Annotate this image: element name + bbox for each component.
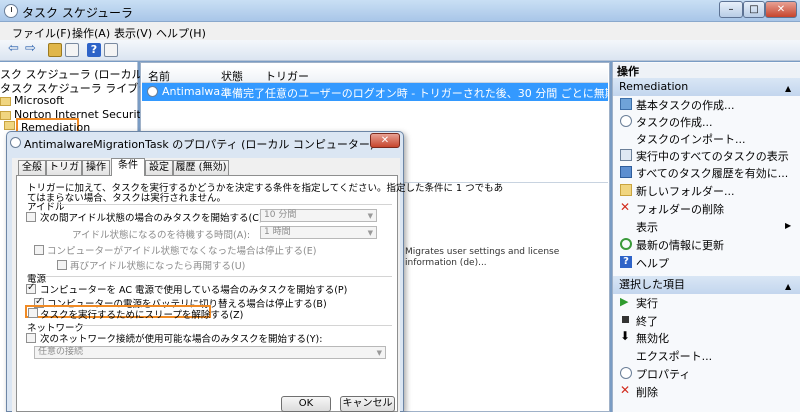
task-scheduler-icon — [4, 4, 18, 18]
action-label: タスクのインポート... — [636, 133, 746, 146]
cancel-button[interactable]: キャンセル — [340, 396, 395, 412]
menu-help[interactable]: ヘルプ(H) — [156, 25, 206, 41]
divider — [45, 276, 392, 277]
dialog-close-button[interactable]: ✕ — [370, 133, 400, 148]
network-checkbox[interactable] — [26, 333, 36, 343]
tab-history[interactable]: 履歴 (無効) — [173, 160, 229, 175]
task-status: 準備完了 — [221, 87, 265, 100]
task-row[interactable]: Antimalwa... 準備完了 任意のユーザーのログオン時 - トリガーされ… — [142, 83, 608, 101]
folder-icon — [0, 110, 11, 120]
action-label: 削除 — [636, 386, 658, 399]
toolbar — [0, 40, 800, 61]
folder-icon — [4, 121, 15, 130]
action-label: ヘルプ — [636, 257, 669, 270]
task-clock-icon — [147, 86, 158, 97]
action-label: 表示 — [636, 221, 658, 234]
dialog-clock-icon — [10, 137, 21, 148]
column-trigger[interactable]: トリガー — [265, 68, 309, 84]
delete-icon: ✕ — [620, 200, 631, 214]
menu-action[interactable]: 操作(A) — [72, 25, 110, 41]
refresh-icon — [620, 238, 632, 250]
maximize-button[interactable]: □ — [743, 1, 765, 18]
properties-icon — [620, 367, 632, 379]
network-select[interactable]: 任意の接続 — [34, 346, 386, 359]
idle-stop-checkbox[interactable] — [34, 245, 44, 255]
tab-actions[interactable]: 操作 — [82, 160, 110, 175]
forward-icon[interactable]: ⇨ — [25, 42, 39, 57]
disable-icon: ⬇ — [620, 329, 631, 343]
wake-checkbox[interactable] — [28, 308, 38, 318]
back-icon[interactable]: ⇦ — [8, 42, 22, 57]
idle-wait-label: アイドル状態になるのを待機する時間(A): — [72, 230, 251, 241]
tab-general[interactable]: 全般 — [18, 160, 46, 175]
tab-settings[interactable]: 設定 — [145, 160, 173, 175]
tab-conditions[interactable]: 条件 — [111, 158, 145, 176]
action-label: 実行 — [636, 297, 658, 310]
show-hide-tree-icon[interactable] — [65, 43, 79, 57]
action-label: 新しいフォルダー... — [636, 185, 735, 198]
idle-wait-select[interactable]: 1 時間 — [260, 226, 377, 239]
up-folder-icon[interactable] — [48, 43, 62, 57]
network-label: 次のネットワーク接続が使用可能な場合のみタスクを開始する(Y): — [40, 334, 323, 345]
action-label: すべてのタスク履歴を有効に... — [636, 167, 789, 180]
action-label: 終了 — [636, 315, 658, 328]
delete-icon: ✕ — [620, 383, 631, 397]
close-button[interactable]: ✕ — [765, 1, 797, 18]
collapse-icon[interactable]: ▲ — [785, 282, 791, 291]
ac-only-label: コンピューターを AC 電源で使用している場合のみタスクを開始する(P) — [40, 285, 348, 296]
idle-restart-checkbox[interactable] — [57, 260, 67, 270]
run-icon: ▶ — [620, 295, 629, 308]
running-tasks-icon — [620, 149, 632, 161]
action-label: 基本タスクの作成... — [636, 99, 735, 112]
window-title: タスク スケジューラ — [22, 6, 133, 20]
dialog-title: AntimalwareMigrationTask のプロパティ (ローカル コン… — [24, 138, 375, 151]
tree-item-label: Microsoft — [14, 94, 65, 107]
wake-label: タスクを実行するためにスリープを解除する(Z) — [40, 310, 244, 321]
idle-duration-select[interactable]: 10 分間 — [260, 209, 377, 222]
menu-file[interactable]: ファイル(F) — [12, 25, 71, 41]
task-icon — [620, 115, 632, 127]
idle-restart-label: 再びアイドル状態になったら再開する(U) — [70, 261, 246, 272]
action-label: エクスポート... — [636, 350, 713, 363]
action-label: 最新の情報に更新 — [636, 239, 724, 252]
show-hide-action-pane-icon[interactable] — [104, 43, 118, 57]
menu-view[interactable]: 表示(V) — [114, 25, 152, 41]
tab-triggers[interactable]: トリガー — [46, 160, 82, 187]
action-label: 無効化 — [636, 332, 669, 345]
collapse-icon[interactable]: ▲ — [785, 84, 791, 93]
task-trigger: 任意のユーザーのログオン時 - トリガーされた後、30 分間 ごとに無期限に繰り… — [265, 87, 608, 100]
section-remediation[interactable]: Remediation — [613, 78, 800, 96]
column-status[interactable]: 状態 — [221, 68, 243, 84]
action-label: フォルダーの削除 — [636, 203, 724, 216]
column-header — [142, 66, 608, 83]
action-label: プロパティ — [636, 368, 691, 381]
new-folder-icon — [620, 184, 632, 196]
divider — [58, 204, 392, 205]
action-label: タスクの作成... — [636, 116, 713, 129]
basic-task-icon — [620, 98, 632, 110]
ok-button[interactable]: OK — [281, 396, 331, 412]
folder-icon — [0, 96, 11, 106]
task-description: Migrates user settings and license infor… — [405, 247, 560, 268]
idle-stop-label: コンピューターがアイドル状態でなくなった場合は停止する(E) — [47, 246, 317, 257]
help-icon[interactable]: ? — [87, 43, 101, 57]
submenu-arrow-icon: ▶ — [785, 221, 792, 230]
history-icon — [620, 166, 632, 178]
column-name[interactable]: 名前 — [148, 68, 170, 84]
action-label: 実行中のすべてのタスクの表示 — [636, 150, 789, 163]
end-icon — [622, 316, 629, 323]
ac-only-checkbox[interactable] — [26, 282, 36, 294]
help-icon: ? — [620, 256, 632, 268]
idle-start-label: 次の間アイドル状態の場合のみタスクを開始する(C): — [40, 213, 266, 224]
minimize-button[interactable]: – — [719, 1, 743, 18]
idle-start-checkbox[interactable] — [26, 212, 36, 222]
section-selected-item[interactable]: 選択した項目 — [613, 276, 800, 294]
tree-item-microsoft[interactable]: Microsoft — [0, 94, 64, 107]
divider — [75, 325, 392, 326]
